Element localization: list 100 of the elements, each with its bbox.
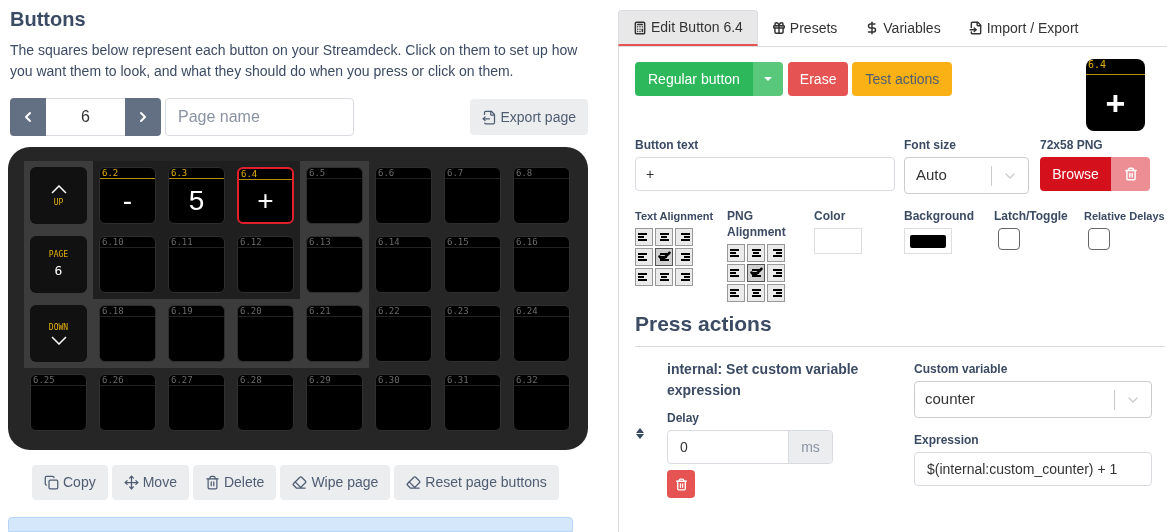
export-page-button[interactable]: Export page: [469, 99, 588, 135]
key-number: 6.2: [102, 168, 120, 178]
alignment-option[interactable]: [727, 244, 745, 262]
page-number: 6: [54, 261, 63, 280]
deck-key[interactable]: 6.13: [306, 236, 363, 293]
alignment-option[interactable]: [747, 264, 765, 282]
alignment-option[interactable]: [635, 228, 653, 246]
deck-key[interactable]: 6.14: [375, 236, 432, 293]
deck-key[interactable]: 6.16: [513, 236, 570, 293]
alignment-option[interactable]: [747, 244, 765, 262]
page-action-button[interactable]: Copy: [32, 465, 108, 500]
alignment-option[interactable]: [727, 264, 745, 282]
alignment-option[interactable]: [635, 268, 653, 286]
browse-button[interactable]: Browse: [1040, 157, 1111, 191]
file-export-icon: [481, 109, 497, 125]
key-number: 6.24: [516, 306, 539, 316]
page-action-button[interactable]: Reset page buttons: [394, 465, 559, 500]
alignment-option[interactable]: [747, 284, 765, 302]
alignment-option[interactable]: [727, 284, 745, 302]
alignment-option[interactable]: [675, 248, 693, 266]
button-text-field[interactable]: +: [635, 157, 895, 191]
alignment-option[interactable]: [655, 228, 673, 246]
deck-key[interactable]: 6.29: [306, 374, 363, 431]
editor-tab[interactable]: Presets: [757, 10, 852, 46]
deck-key[interactable]: 6.10: [99, 236, 156, 293]
deck-key[interactable]: 6.8: [513, 167, 570, 224]
deck-key[interactable]: 6.5: [306, 167, 363, 224]
deck-key[interactable]: 6.31: [444, 374, 501, 431]
move-icon: [123, 475, 139, 490]
deck-key[interactable]: 6.4 +: [237, 167, 294, 224]
deck-key[interactable]: 6.12: [237, 236, 294, 293]
page-key[interactable]: PAGE 6: [30, 236, 87, 293]
button-type-button[interactable]: Regular button: [635, 62, 753, 96]
deck-key[interactable]: 6.19: [168, 305, 225, 362]
page-action-button[interactable]: Delete: [192, 465, 277, 500]
deck-key[interactable]: 6.7: [444, 167, 501, 224]
page-nav-key[interactable]: UP: [30, 167, 87, 224]
deck-key[interactable]: 6.24: [513, 305, 570, 362]
calculator-icon: [633, 20, 647, 35]
deck-key[interactable]: 6.18: [99, 305, 156, 362]
alignment-option[interactable]: [675, 268, 693, 286]
page-action-button[interactable]: Wipe page: [280, 465, 391, 500]
editor-tab[interactable]: Variables: [851, 10, 955, 46]
deck-key[interactable]: 6.25: [30, 374, 87, 431]
deck-key[interactable]: 6.3 5: [168, 167, 225, 224]
test-actions-button[interactable]: Test actions: [852, 62, 953, 96]
alignment-option[interactable]: [767, 284, 785, 302]
key-number: 6.14: [378, 237, 401, 247]
deck-key[interactable]: 6.23: [444, 305, 501, 362]
reorder-icon[interactable]: [635, 427, 645, 440]
alignment-option[interactable]: [635, 248, 653, 266]
alignment-option[interactable]: [767, 244, 785, 262]
key-number: 6.16: [516, 237, 539, 247]
relative-delays-checkbox[interactable]: [1088, 228, 1110, 250]
key-number: 6.32: [516, 375, 539, 385]
key-text: 5: [188, 187, 205, 215]
page-nav-key[interactable]: DOWN: [30, 305, 87, 362]
field-label: Custom variable: [914, 361, 1009, 377]
preview-number: 6.4: [1088, 59, 1108, 71]
alignment-option[interactable]: [675, 228, 693, 246]
editor-tab[interactable]: Edit Button 6.4: [618, 10, 758, 46]
color-swatch[interactable]: [814, 228, 862, 254]
alignment-option[interactable]: [655, 248, 673, 266]
key-number: 6.12: [240, 237, 263, 247]
next-page-button[interactable]: [125, 98, 161, 136]
alignment-option[interactable]: [655, 268, 673, 286]
key-number: 6.19: [171, 306, 194, 316]
deck-key[interactable]: 6.21: [306, 305, 363, 362]
font-size-select[interactable]: Auto: [904, 157, 1029, 194]
color-swatch[interactable]: [910, 234, 946, 248]
delete-action-button[interactable]: [667, 470, 695, 498]
chevron-down-icon: [50, 335, 67, 345]
field-label: PNG Alignment: [727, 208, 787, 240]
deck-key[interactable]: 6.28: [237, 374, 294, 431]
deck-key[interactable]: 6.2 -: [99, 167, 156, 224]
chevron-up-icon: [50, 184, 67, 194]
erase-button[interactable]: Erase: [787, 62, 849, 96]
deck-key[interactable]: 6.6: [375, 167, 432, 224]
unit-label: ms: [788, 431, 832, 463]
latch-checkbox[interactable]: [998, 228, 1020, 250]
delay-field[interactable]: 0 ms: [667, 430, 833, 464]
expression-field[interactable]: $(internal:custom_counter) + 1: [914, 452, 1152, 486]
deck-key[interactable]: 6.22: [375, 305, 432, 362]
custom-variable-select[interactable]: counter: [914, 381, 1152, 418]
deck-key[interactable]: 6.32: [513, 374, 570, 431]
deck-key[interactable]: 6.30: [375, 374, 432, 431]
deck-key[interactable]: 6.15: [444, 236, 501, 293]
deck-key[interactable]: 6.27: [168, 374, 225, 431]
page-action-button[interactable]: Move: [111, 465, 189, 500]
editor-tab[interactable]: Import / Export: [954, 10, 1093, 46]
deck-key[interactable]: 6.26: [99, 374, 156, 431]
deck-key[interactable]: 6.11: [168, 236, 225, 293]
previous-page-button[interactable]: [10, 98, 46, 136]
trash-icon: [674, 477, 688, 491]
deck-key[interactable]: 6.20: [237, 305, 294, 362]
alignment-option[interactable]: [767, 264, 785, 282]
eraser-icon: [406, 475, 422, 490]
key-number: 6.23: [447, 306, 470, 316]
page-name-field[interactable]: Page name: [165, 98, 354, 136]
dropdown-toggle[interactable]: [752, 62, 783, 96]
